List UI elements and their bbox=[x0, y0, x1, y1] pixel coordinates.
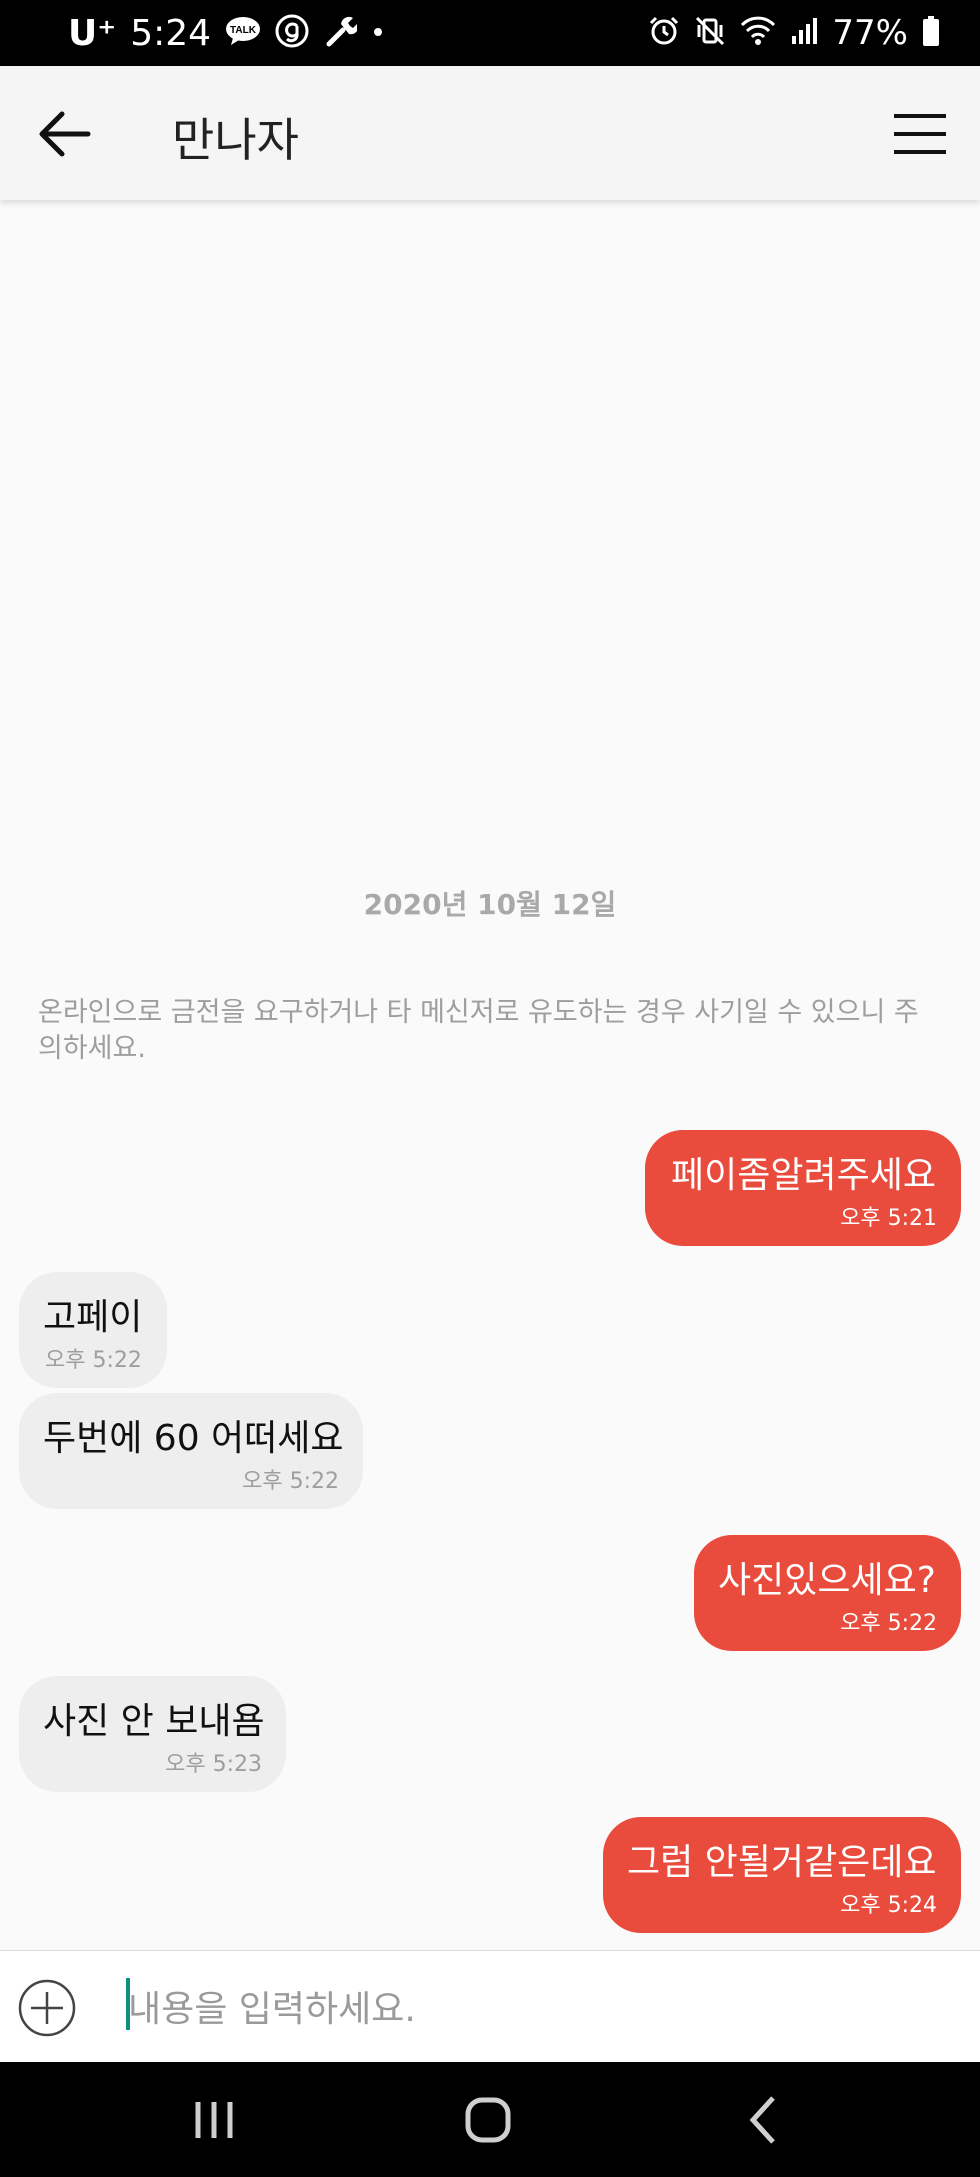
message-bubble-mine[interactable]: 페이좀알려주세요 오후 5:21 bbox=[645, 1130, 961, 1246]
message-time: 오후 5:22 bbox=[242, 1469, 339, 1494]
message-input-bar bbox=[0, 1950, 980, 2063]
message-bubble-theirs[interactable]: 사진 안 보내욤 오후 5:23 bbox=[19, 1676, 286, 1792]
menu-button[interactable] bbox=[890, 108, 950, 160]
message-text: 페이좀알려주세요 bbox=[671, 1155, 936, 1196]
back-nav-button[interactable] bbox=[735, 2090, 795, 2150]
arrow-left-icon bbox=[39, 111, 91, 157]
system-nav-bar bbox=[0, 2062, 980, 2177]
wrench-icon bbox=[323, 14, 359, 52]
chat-area[interactable]: 2020년 10월 12일 온라인으로 금전을 요구하거나 타 메신저로 유도하… bbox=[0, 200, 980, 1950]
message-time: 오후 5:22 bbox=[840, 1611, 937, 1636]
signal-icon bbox=[790, 16, 818, 50]
message-time: 오후 5:21 bbox=[840, 1206, 937, 1231]
message-text: 사진 안 보내욤 bbox=[43, 1701, 265, 1742]
carrier-label: U⁺ bbox=[68, 12, 117, 54]
talk-icon: TALK bbox=[225, 16, 261, 50]
message-text: 그럼 안될거같은데요 bbox=[627, 1842, 937, 1883]
message-text: 고페이 bbox=[43, 1297, 143, 1338]
message-bubble-theirs[interactable]: 고페이 오후 5:22 bbox=[19, 1272, 167, 1388]
message-text: 사진있으세요? bbox=[718, 1560, 936, 1601]
back-button[interactable] bbox=[36, 106, 96, 162]
battery-percent: 77% bbox=[832, 13, 908, 53]
message-time: 오후 5:23 bbox=[165, 1752, 262, 1777]
status-time: 5:24 bbox=[130, 12, 212, 54]
alarm-icon bbox=[648, 15, 680, 51]
plus-circle-icon bbox=[18, 1979, 76, 2037]
g-icon bbox=[275, 14, 309, 52]
app-bar: 만나자 bbox=[0, 66, 980, 200]
date-divider: 2020년 10월 12일 bbox=[363, 888, 617, 921]
home-button[interactable] bbox=[458, 2090, 518, 2150]
talk-icon-label: TALK bbox=[230, 25, 257, 36]
message-time: 오후 5:24 bbox=[840, 1893, 937, 1918]
recent-apps-icon bbox=[195, 2102, 233, 2138]
message-input[interactable] bbox=[126, 1973, 950, 2045]
hamburger-menu-icon bbox=[894, 114, 946, 154]
dot-icon bbox=[371, 24, 385, 43]
recent-apps-button[interactable] bbox=[184, 2090, 244, 2150]
add-attachment-button[interactable] bbox=[18, 1979, 76, 2037]
home-icon bbox=[465, 2097, 511, 2143]
chat-title: 만나자 bbox=[172, 113, 299, 167]
message-time: 오후 5:22 bbox=[45, 1348, 142, 1373]
message-bubble-mine[interactable]: 사진있으세요? 오후 5:22 bbox=[694, 1535, 961, 1651]
scam-warning: 온라인으로 금전을 요구하거나 타 메신저로 유도하는 경우 사기일 수 있으니… bbox=[38, 997, 919, 1064]
text-caret bbox=[126, 1978, 130, 2030]
wifi-icon bbox=[740, 15, 776, 51]
battery-icon bbox=[922, 15, 940, 51]
message-text: 두번에 60 어떠세요 bbox=[43, 1418, 344, 1459]
vibrate-icon bbox=[694, 15, 726, 51]
status-bar: U⁺ 5:24 TALK 77% bbox=[0, 0, 980, 66]
message-bubble-mine[interactable]: 그럼 안될거같은데요 오후 5:24 bbox=[603, 1817, 961, 1933]
chevron-left-icon bbox=[749, 2096, 775, 2144]
message-bubble-theirs[interactable]: 두번에 60 어떠세요 오후 5:22 bbox=[19, 1393, 363, 1509]
